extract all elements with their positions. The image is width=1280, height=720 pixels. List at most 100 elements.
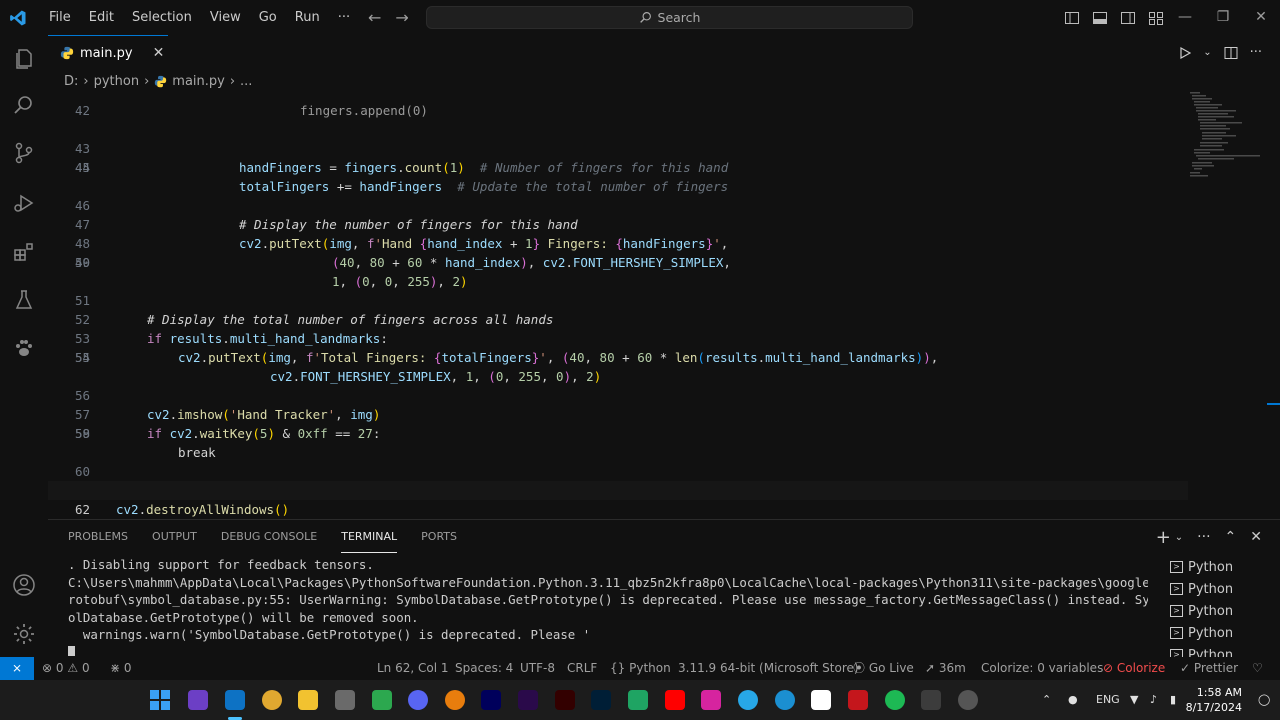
colorize-button[interactable]: ⊘ Colorize: [1103, 657, 1165, 680]
toggle-panel-icon[interactable]: [1092, 10, 1108, 26]
terminal-instance[interactable]: > Python: [1170, 600, 1280, 622]
panel-more-icon[interactable]: ···: [1197, 529, 1210, 545]
photoshop-icon[interactable]: [591, 690, 611, 710]
maximize-panel-chevron-icon[interactable]: ⌃: [1225, 529, 1237, 545]
forward-arrow-icon[interactable]: →: [395, 8, 408, 27]
minimap[interactable]: [1188, 92, 1268, 182]
indentation[interactable]: Spaces: 4: [455, 657, 513, 680]
prettier-status[interactable]: ✓ Prettier: [1180, 657, 1238, 680]
scrollbar-marker[interactable]: [1267, 403, 1280, 405]
minimize-icon[interactable]: —: [1166, 0, 1204, 35]
menu-view[interactable]: View: [201, 0, 250, 35]
tab-ports[interactable]: PORTS: [421, 520, 457, 554]
menu-run[interactable]: Run: [286, 0, 329, 35]
ports-status[interactable]: ⋇ 0: [110, 657, 132, 680]
command-center-search[interactable]: Search: [426, 6, 913, 29]
search-sidebar-icon[interactable]: [12, 93, 36, 117]
windows-start-icon[interactable]: [150, 690, 170, 710]
code-editor[interactable]: fingers.append(0) 42 43 handFingers = fi…: [48, 92, 1280, 519]
settings-gear-icon[interactable]: [12, 622, 36, 646]
customize-layout-icon[interactable]: [1148, 10, 1164, 26]
terminal-instance[interactable]: > Python: [1170, 556, 1280, 578]
edge-icon[interactable]: [775, 690, 795, 710]
extensions-icon[interactable]: [12, 240, 36, 264]
tab-close-icon[interactable]: ✕: [153, 45, 165, 61]
google-drive-icon[interactable]: [628, 690, 648, 710]
problems-status[interactable]: ⊗ 0 ⚠ 0: [42, 657, 90, 680]
notifications-bell-icon[interactable]: ♡: [1252, 657, 1263, 680]
notifications-icon[interactable]: ◯: [1258, 680, 1270, 720]
vscode-taskbar-icon[interactable]: [225, 690, 245, 710]
cursor-position[interactable]: Ln 62, Col 1: [377, 657, 449, 680]
tab-output[interactable]: OUTPUT: [152, 520, 197, 554]
breadcrumb-drive[interactable]: D:: [64, 74, 78, 89]
input-language[interactable]: ENG: [1096, 680, 1120, 720]
run-python-file-icon[interactable]: [1179, 46, 1192, 59]
split-editor-icon[interactable]: [1224, 46, 1238, 60]
run-dropdown-chevron-icon[interactable]: ⌄: [1203, 47, 1211, 58]
illustrator-icon[interactable]: [555, 690, 575, 710]
language-mode[interactable]: {} Python: [610, 657, 671, 680]
explorer-icon[interactable]: [12, 47, 36, 71]
toggle-primary-sidebar-icon[interactable]: [1064, 10, 1080, 26]
terminal-output[interactable]: . Disabling support for feedback tensors…: [68, 556, 1148, 656]
tray-overflow-chevron-icon[interactable]: ⌃: [1042, 680, 1051, 720]
facetime-icon[interactable]: [372, 690, 392, 710]
breadcrumb-folder[interactable]: python: [94, 74, 139, 89]
menu-more[interactable]: ···: [329, 0, 359, 35]
blender-icon[interactable]: [445, 690, 465, 710]
colorize-status[interactable]: Colorize: 0 variables: [981, 657, 1103, 680]
paw-icon[interactable]: [12, 336, 36, 360]
run-debug-icon[interactable]: [12, 191, 36, 215]
vivaldi-icon[interactable]: [848, 690, 868, 710]
after-effects-icon[interactable]: [481, 690, 501, 710]
toggle-secondary-sidebar-icon[interactable]: [1120, 10, 1136, 26]
breadcrumb-more[interactable]: ...: [240, 74, 252, 89]
chrome-icon[interactable]: [262, 690, 282, 710]
close-panel-icon[interactable]: ✕: [1250, 529, 1262, 545]
menu-selection[interactable]: Selection: [123, 0, 201, 35]
source-control-icon[interactable]: [12, 141, 36, 165]
discord-icon[interactable]: [408, 690, 428, 710]
end-of-line[interactable]: CRLF: [567, 657, 597, 680]
close-window-icon[interactable]: ✕: [1242, 0, 1280, 35]
testing-flask-icon[interactable]: [12, 288, 36, 312]
terminal-instance[interactable]: > Python: [1170, 578, 1280, 600]
menu-go[interactable]: Go: [250, 0, 286, 35]
unity-icon[interactable]: [335, 690, 355, 710]
system-clock[interactable]: 1:58 AM 8/17/2024: [1186, 685, 1242, 715]
restore-icon[interactable]: ❐: [1204, 0, 1242, 35]
breadcrumb-file[interactable]: main.py: [172, 74, 225, 89]
tab-problems[interactable]: PROBLEMS: [68, 520, 128, 554]
python-interpreter[interactable]: 3.11.9 64-bit (Microsoft Store): [678, 657, 859, 680]
spotify-icon[interactable]: [885, 690, 905, 710]
encoding[interactable]: UTF-8: [520, 657, 555, 680]
tab-terminal[interactable]: TERMINAL: [341, 522, 398, 553]
time-tracker[interactable]: ➚ 36m: [925, 657, 966, 680]
network-icon[interactable]: ▼: [1130, 680, 1138, 720]
terminal-dropdown-chevron-icon[interactable]: ⌄: [1175, 532, 1183, 543]
menu-file[interactable]: File: [40, 0, 80, 35]
tab-main-py[interactable]: main.py ✕: [48, 35, 168, 70]
notion-icon[interactable]: [811, 690, 831, 710]
youtube-icon[interactable]: [665, 690, 685, 710]
new-terminal-plus-icon[interactable]: +: [1156, 527, 1171, 548]
instagram-icon[interactable]: [701, 690, 721, 710]
visual-studio-icon[interactable]: [188, 690, 208, 710]
settings-app-icon[interactable]: [958, 690, 978, 710]
volume-icon[interactable]: ♪: [1150, 680, 1157, 720]
more-actions-icon[interactable]: ···: [1250, 45, 1262, 60]
premiere-pro-icon[interactable]: [518, 690, 538, 710]
accounts-icon[interactable]: [12, 573, 36, 597]
terminal-instance[interactable]: > Python: [1170, 622, 1280, 644]
back-arrow-icon[interactable]: ←: [368, 8, 381, 27]
python-idle-icon[interactable]: [921, 690, 941, 710]
tab-debug-console[interactable]: DEBUG CONSOLE: [221, 520, 317, 554]
menu-edit[interactable]: Edit: [80, 0, 123, 35]
microphone-icon[interactable]: ●: [1068, 680, 1078, 720]
file-explorer-icon[interactable]: [298, 690, 318, 710]
remote-indicator-icon[interactable]: ⨯: [0, 657, 34, 680]
messenger-icon[interactable]: [738, 690, 758, 710]
go-live-button[interactable]: ⦿ Go Live: [853, 657, 914, 680]
battery-icon[interactable]: ▮: [1170, 680, 1176, 720]
